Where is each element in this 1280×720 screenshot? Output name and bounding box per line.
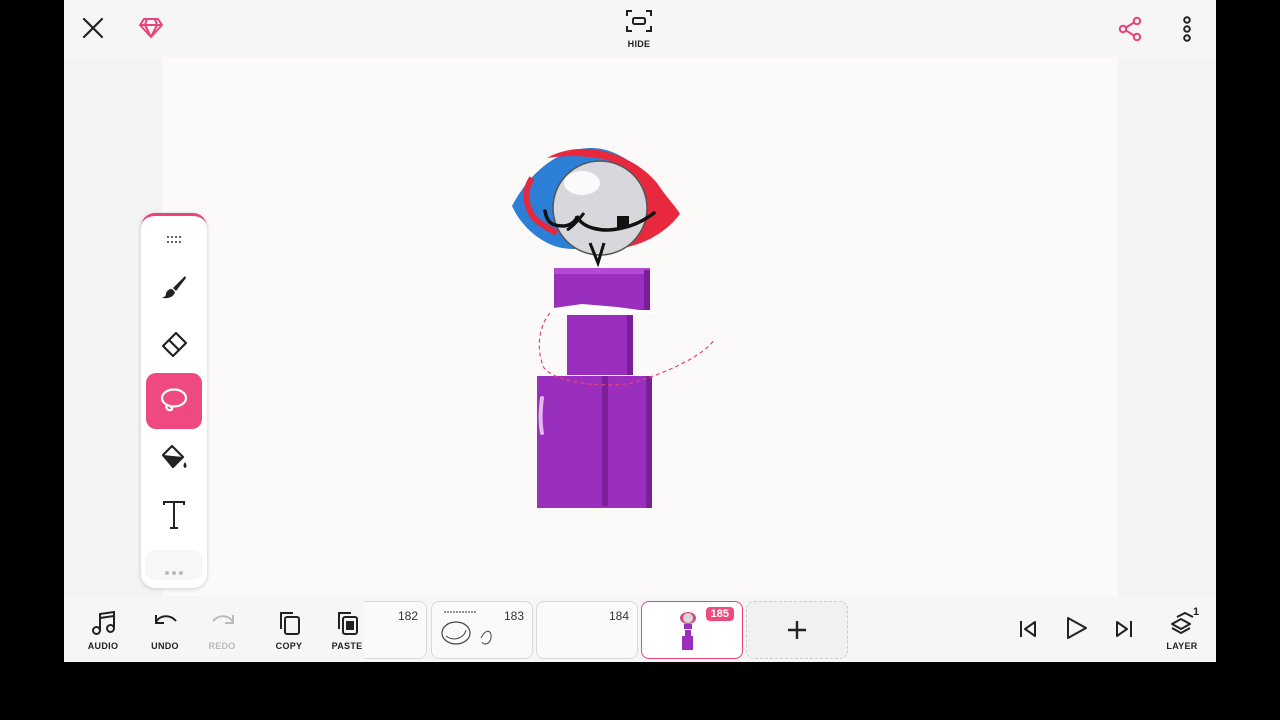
drawing-canvas[interactable] [162,58,1118,596]
bottom-bar: AUDIO UNDO REDO COPY PASTE 182 183 184 1… [64,596,1216,662]
redo-icon [212,615,234,624]
premium-button[interactable] [136,13,166,43]
frame-number: 182 [397,609,418,623]
more-vertical-icon [1183,16,1191,42]
last-frame-button[interactable] [1109,614,1139,644]
copy-icon [280,612,300,635]
fill-tool[interactable] [146,430,202,486]
eraser-icon [161,331,188,358]
close-button[interactable] [78,13,108,43]
frame-thumbnail[interactable]: 183 [431,601,533,659]
undo-icon [155,615,177,624]
frame-number: 184 [608,609,629,623]
hide-label: HIDE [627,39,651,49]
lasso-tool[interactable] [146,373,202,429]
first-frame-button[interactable] [1013,614,1043,644]
share-button[interactable] [1115,14,1145,44]
plus-icon [788,621,806,639]
layer-button[interactable]: 1 LAYER [1152,606,1212,656]
frame-thumbnail[interactable]: 182 [364,601,427,659]
top-bar: HIDE [64,0,1216,58]
audio-label: AUDIO [87,641,119,651]
paint-bucket-icon [161,444,187,469]
music-note-icon [92,610,115,635]
text-icon [163,501,185,529]
undo-label: UNDO [151,641,179,651]
undo-button[interactable]: UNDO [135,606,195,656]
hide-icon [626,10,652,32]
hide-ui-button[interactable] [624,6,654,36]
copy-label: COPY [275,641,303,651]
layer-label: LAYER [1166,641,1198,651]
text-tool[interactable] [146,487,202,543]
frame-preview [680,612,696,650]
diamond-icon [139,18,163,38]
current-frame-badge: 185 [705,607,734,621]
redo-label: REDO [208,641,236,651]
share-icon [1118,16,1142,42]
expand-handle[interactable] [145,550,203,580]
copy-button[interactable]: COPY [259,606,319,656]
frame-preview [441,611,492,645]
frame-thumbnail[interactable]: 184 [536,601,638,659]
layer-count: 1 [1193,606,1200,618]
close-icon [82,17,104,39]
brush-tool[interactable] [146,259,202,315]
brush-icon [162,276,186,299]
audio-button[interactable]: AUDIO [73,606,133,656]
eraser-tool[interactable] [146,316,202,372]
paste-icon [338,612,358,635]
add-frame-button[interactable] [746,601,848,659]
frame-number: 183 [503,609,524,623]
character-drawing [512,148,715,508]
play-button[interactable] [1060,612,1092,644]
lasso-icon [160,388,188,412]
more-options-button[interactable] [1174,14,1200,44]
drag-handle[interactable] [164,232,184,243]
tool-panel [141,213,207,588]
play-icon [1067,617,1087,639]
skip-back-icon [1020,621,1036,637]
app-window: HIDE AUDIO UNDO REDO COPY PASTE 182 183 … [64,0,1216,662]
skip-forward-icon [1116,621,1132,637]
frame-thumbnail-active[interactable]: 185 [641,601,743,659]
redo-button[interactable]: REDO [192,606,252,656]
